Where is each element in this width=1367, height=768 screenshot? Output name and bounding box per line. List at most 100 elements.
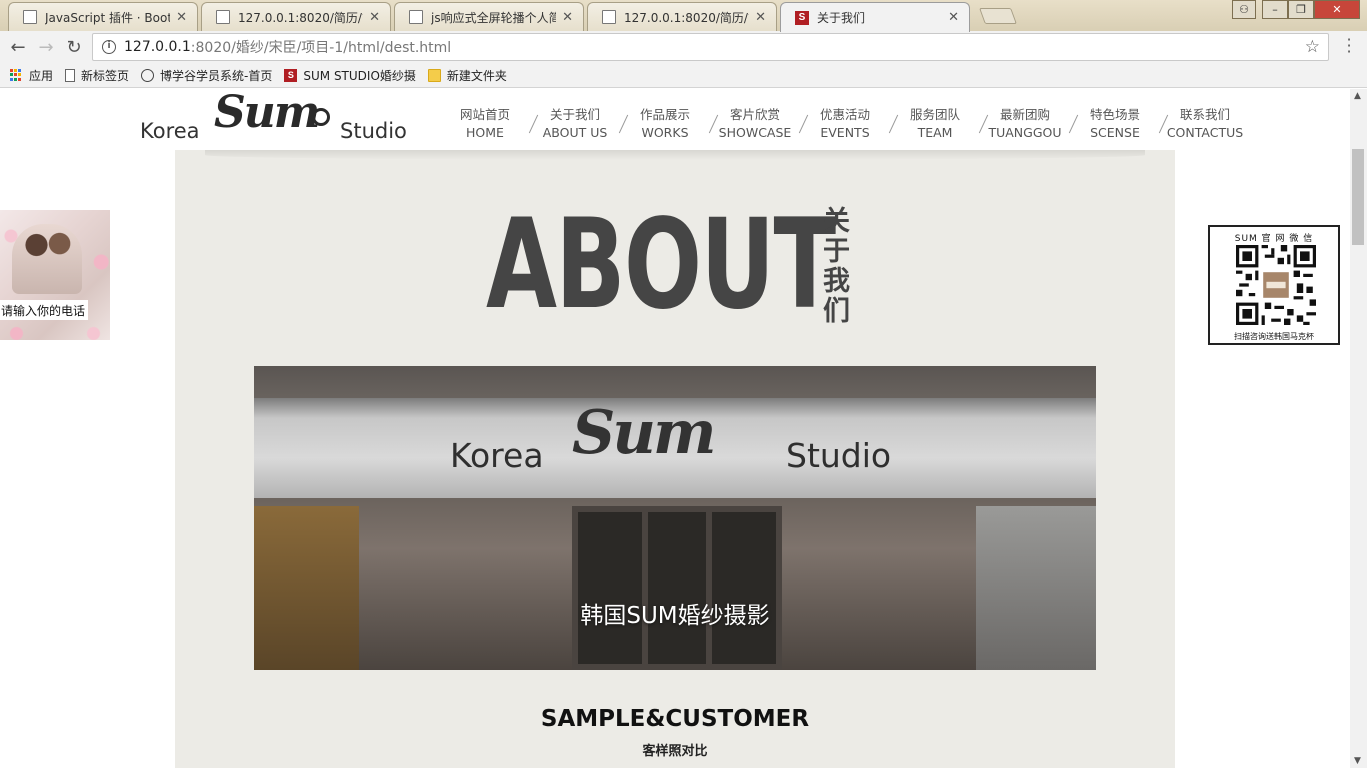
page-scrollbar[interactable]: ▲ ▼ — [1350, 89, 1367, 768]
nav-home[interactable]: 网站首页 HOME — [440, 106, 539, 142]
info-icon[interactable]: i — [102, 40, 116, 54]
document-icon — [216, 10, 230, 24]
sign-studio: Studio — [786, 436, 892, 475]
sum-brand-icon: S — [795, 10, 809, 25]
nav-label-cn: 最新团购 — [999, 107, 1050, 122]
browser-tab-active[interactable]: S 关于我们 ✕ — [780, 2, 970, 32]
nav-team[interactable]: 服务团队 TEAM — [890, 106, 989, 142]
photo-caption: 韩国SUM婚纱摄影 — [580, 603, 770, 629]
nav-contact[interactable]: 联系我们 CONTACTUS — [1160, 106, 1250, 142]
bookmark-star-icon[interactable]: ☆ — [1305, 37, 1320, 57]
site-logo[interactable]: Korea Sum Studio — [140, 89, 407, 143]
maximize-icon[interactable]: ❐ — [1288, 0, 1314, 19]
reload-icon[interactable]: ↻ — [62, 35, 86, 59]
scroll-down-icon[interactable]: ▼ — [1354, 756, 1361, 766]
page-viewport: Korea Sum Studio 网站首页 HOME 关于我们 ABOUT US… — [0, 89, 1350, 768]
logo-sum: Sum — [214, 89, 320, 138]
nav-tuanggou[interactable]: 最新团购 TUANGGOU — [980, 106, 1079, 142]
nav-about[interactable]: 关于我们 ABOUT US — [530, 106, 629, 142]
new-tab-button[interactable] — [979, 8, 1017, 24]
logo-korea: Korea — [140, 119, 200, 143]
storefront-photo: Korea Sum Studio 韩国SUM婚纱摄影 — [254, 366, 1096, 670]
nav-label-en: ABOUT US — [542, 125, 608, 140]
header-shadow — [205, 150, 1145, 160]
nav-label-cn: 网站首页 — [459, 107, 510, 122]
nav-label-cn: 关于我们 — [549, 107, 600, 122]
qr-code-icon — [1236, 245, 1316, 325]
browser-menu-icon[interactable]: · · · — [1341, 32, 1357, 60]
document-icon — [602, 10, 616, 24]
back-arrow-icon[interactable]: ← — [6, 35, 30, 59]
about-content: ABOUT 关于我们 Korea Sum Studio 韩国SUM婚纱摄影 SA… — [175, 150, 1175, 768]
forward-arrow-icon[interactable]: → — [34, 35, 58, 59]
bookmark-label: 应用 — [29, 68, 54, 83]
browser-tab[interactable]: JavaScript 插件 · Bootst ✕ — [8, 2, 198, 31]
address-bar[interactable]: i 127.0.0.1:8020/婚纱/宋臣/项目-1/html/dest.ht… — [92, 33, 1329, 61]
nav-label-en: SHOWCASE — [718, 125, 792, 140]
close-tab-icon[interactable]: ✕ — [176, 10, 187, 25]
nav-works[interactable]: 作品展示 WORKS — [620, 106, 719, 142]
bookmark-apps[interactable]: 应用 — [10, 67, 53, 84]
close-tab-icon[interactable]: ✕ — [948, 10, 959, 25]
floating-ad[interactable] — [0, 210, 110, 340]
bookmark-sum-studio[interactable]: S SUM STUDIO婚纱摄 — [284, 67, 416, 84]
nav-label-en: CONTACTUS — [1166, 125, 1244, 140]
about-heading-cn: 关于我们 — [818, 206, 849, 326]
page-icon — [65, 68, 76, 82]
nav-label-en: SCENSE — [1090, 125, 1140, 140]
close-window-icon[interactable]: ✕ — [1314, 0, 1360, 19]
about-heading: ABOUT — [486, 193, 836, 337]
document-icon — [409, 10, 423, 24]
tab-title: 127.0.0.1:8020/简历/简 — [238, 10, 364, 25]
bookmark-boxuegu[interactable]: 博学谷学员系统-首页 — [141, 67, 272, 84]
qr-title: SUM 官 网 微 信 — [1234, 234, 1314, 244]
bookmark-folder[interactable]: 新建文件夹 — [427, 67, 507, 84]
sample-title: SAMPLE&CUSTOMER — [540, 706, 810, 732]
nav-label-cn: 联系我们 — [1179, 107, 1230, 122]
nav-label-en: TUANGGOU — [988, 125, 1062, 140]
sample-subtitle: 客样照对比 — [642, 744, 708, 759]
close-tab-icon[interactable]: ✕ — [562, 10, 573, 25]
folder-icon — [427, 68, 441, 82]
browser-tab[interactable]: 127.0.0.1:8020/简历/简 ✕ — [201, 2, 391, 31]
apps-icon — [10, 68, 23, 82]
wechat-qr-panel: SUM 官 网 微 信 扫描咨询送韩国马克杯 — [1208, 225, 1340, 345]
rose-icon — [312, 108, 330, 126]
url-path: :8020/婚纱/宋臣/项目-1/html/dest.html — [190, 40, 452, 56]
phone-input[interactable] — [0, 300, 88, 320]
store-window — [254, 506, 359, 670]
browser-tab[interactable]: 127.0.0.1:8020/简历/简 ✕ — [587, 2, 777, 31]
tab-title: 关于我们 — [817, 11, 866, 25]
nav-showcase[interactable]: 客片欣赏 SHOWCASE — [710, 106, 809, 142]
browser-toolbar: ← → ↻ i 127.0.0.1:8020/婚纱/宋臣/项目-1/html/d… — [0, 31, 1367, 63]
nav-label-cn: 客片欣赏 — [729, 107, 780, 122]
bookmark-label: 博学谷学员系统-首页 — [160, 68, 273, 83]
minimize-icon[interactable]: – — [1262, 0, 1288, 19]
url-host: 127.0.0.1 — [124, 39, 191, 55]
scroll-up-icon[interactable]: ▲ — [1354, 91, 1361, 101]
tab-strip: JavaScript 插件 · Bootst ✕ 127.0.0.1:8020/… — [0, 0, 1367, 32]
bookmark-newtab[interactable]: 新标签页 — [65, 67, 129, 84]
store-door — [572, 506, 782, 670]
tab-title: JavaScript 插件 · Bootst — [45, 10, 171, 25]
nav-label-en: WORKS — [641, 125, 689, 140]
nav-label-cn: 服务团队 — [909, 107, 960, 122]
nav-scense[interactable]: 特色场景 SCENSE — [1070, 106, 1169, 142]
tab-title: js响应式全屏轮播个人简 — [431, 10, 557, 25]
bookmark-label: SUM STUDIO婚纱摄 — [303, 68, 416, 83]
browser-tab[interactable]: js响应式全屏轮播个人简 ✕ — [394, 2, 584, 31]
bookmark-label: 新标签页 — [81, 68, 130, 83]
nav-label-cn: 作品展示 — [639, 107, 690, 122]
nav-events[interactable]: 优惠活动 EVENTS — [800, 106, 899, 142]
store-sign: Korea Sum Studio — [254, 398, 1096, 498]
bookmarks-bar: 应用 新标签页 博学谷学员系统-首页 S SUM STUDIO婚纱摄 新建文件夹 — [0, 63, 1367, 88]
tab-title: 127.0.0.1:8020/简历/简 — [624, 10, 750, 25]
close-tab-icon[interactable]: ✕ — [369, 10, 380, 25]
close-tab-icon[interactable]: ✕ — [755, 10, 766, 25]
main-nav: 网站首页 HOME 关于我们 ABOUT US 作品展示 WORKS 客片欣赏 … — [440, 106, 1250, 142]
logo-studio: Studio — [340, 119, 407, 143]
profile-icon[interactable]: ⚇ — [1232, 0, 1256, 19]
sign-sum: Sum — [572, 398, 716, 468]
scroll-thumb[interactable] — [1352, 149, 1364, 245]
nav-label-en: TEAM — [917, 125, 953, 140]
